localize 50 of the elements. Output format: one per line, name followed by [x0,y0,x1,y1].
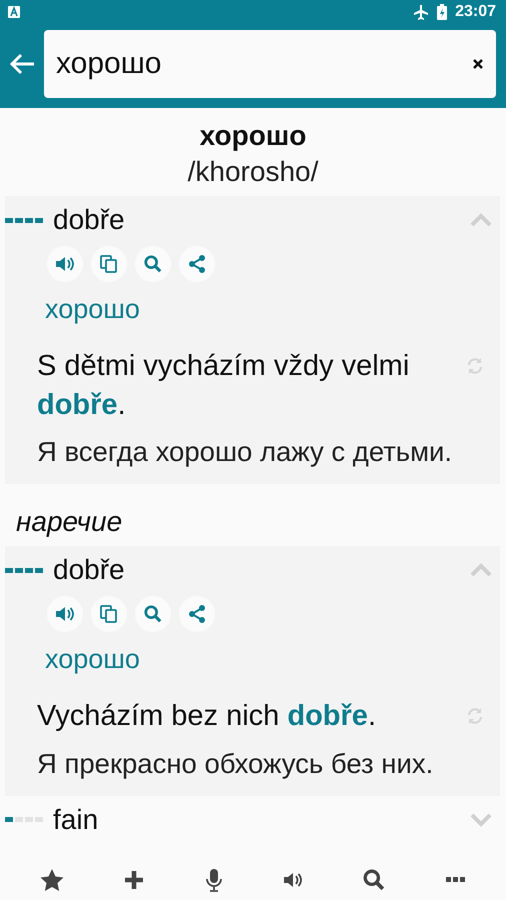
speaker-icon [55,605,75,624]
search-field[interactable]: хорошо [44,30,496,98]
plus-icon [124,870,144,890]
microphone-icon [204,868,223,892]
share-icon [188,255,206,273]
search-button[interactable] [363,869,386,891]
search-input[interactable]: хорошо [54,46,472,82]
add-button[interactable] [124,870,144,890]
clear-button[interactable] [472,58,484,70]
airplane-icon [413,4,430,20]
entry-word: fain [53,804,100,836]
copy-button[interactable] [91,246,127,282]
share-icon [188,605,206,624]
transcription: /khorosho/ [186,156,320,188]
keyboard-notification-icon [8,6,20,18]
search-icon [144,255,162,273]
copy-icon [99,604,119,624]
more-icon [446,877,466,883]
close-icon [472,58,484,70]
headword: хорошо [198,120,308,152]
star-icon [40,869,64,891]
back-button[interactable] [8,52,36,76]
entry-word: dobře [53,204,126,236]
example-sentence: S dětmi vycházím vždy velmi dobře. [37,349,410,424]
listen-button[interactable] [283,871,304,889]
entry-word: dobře [53,554,126,586]
battery-icon [437,4,448,20]
translation[interactable]: хорошо [45,294,500,325]
example-sentence: Vycházím bez nich dobře. [37,699,377,734]
search-button[interactable] [135,596,171,632]
search-button[interactable] [135,246,171,282]
speaker-icon [283,871,304,889]
translation[interactable]: хорошо [45,644,500,676]
voice-input-button[interactable] [204,868,223,892]
search-icon [363,869,386,891]
more-button[interactable] [446,877,466,883]
favorites-button[interactable] [40,869,64,891]
share-button[interactable] [179,596,215,632]
example-translation: Я всегда хорошо лажу с детьми. [37,435,454,470]
search-icon [144,605,162,624]
copy-icon [99,254,119,274]
part-of-speech: наречие [15,505,124,540]
example-translation: Я прекрасно обхожусь без них. [37,746,434,781]
speaker-icon [55,255,75,273]
status-time: 23:07 [455,3,496,21]
back-arrow-icon [8,52,36,76]
share-button[interactable] [179,246,215,282]
copy-button[interactable] [91,596,127,632]
pronounce-button[interactable] [47,596,83,632]
pronounce-button[interactable] [47,246,83,282]
